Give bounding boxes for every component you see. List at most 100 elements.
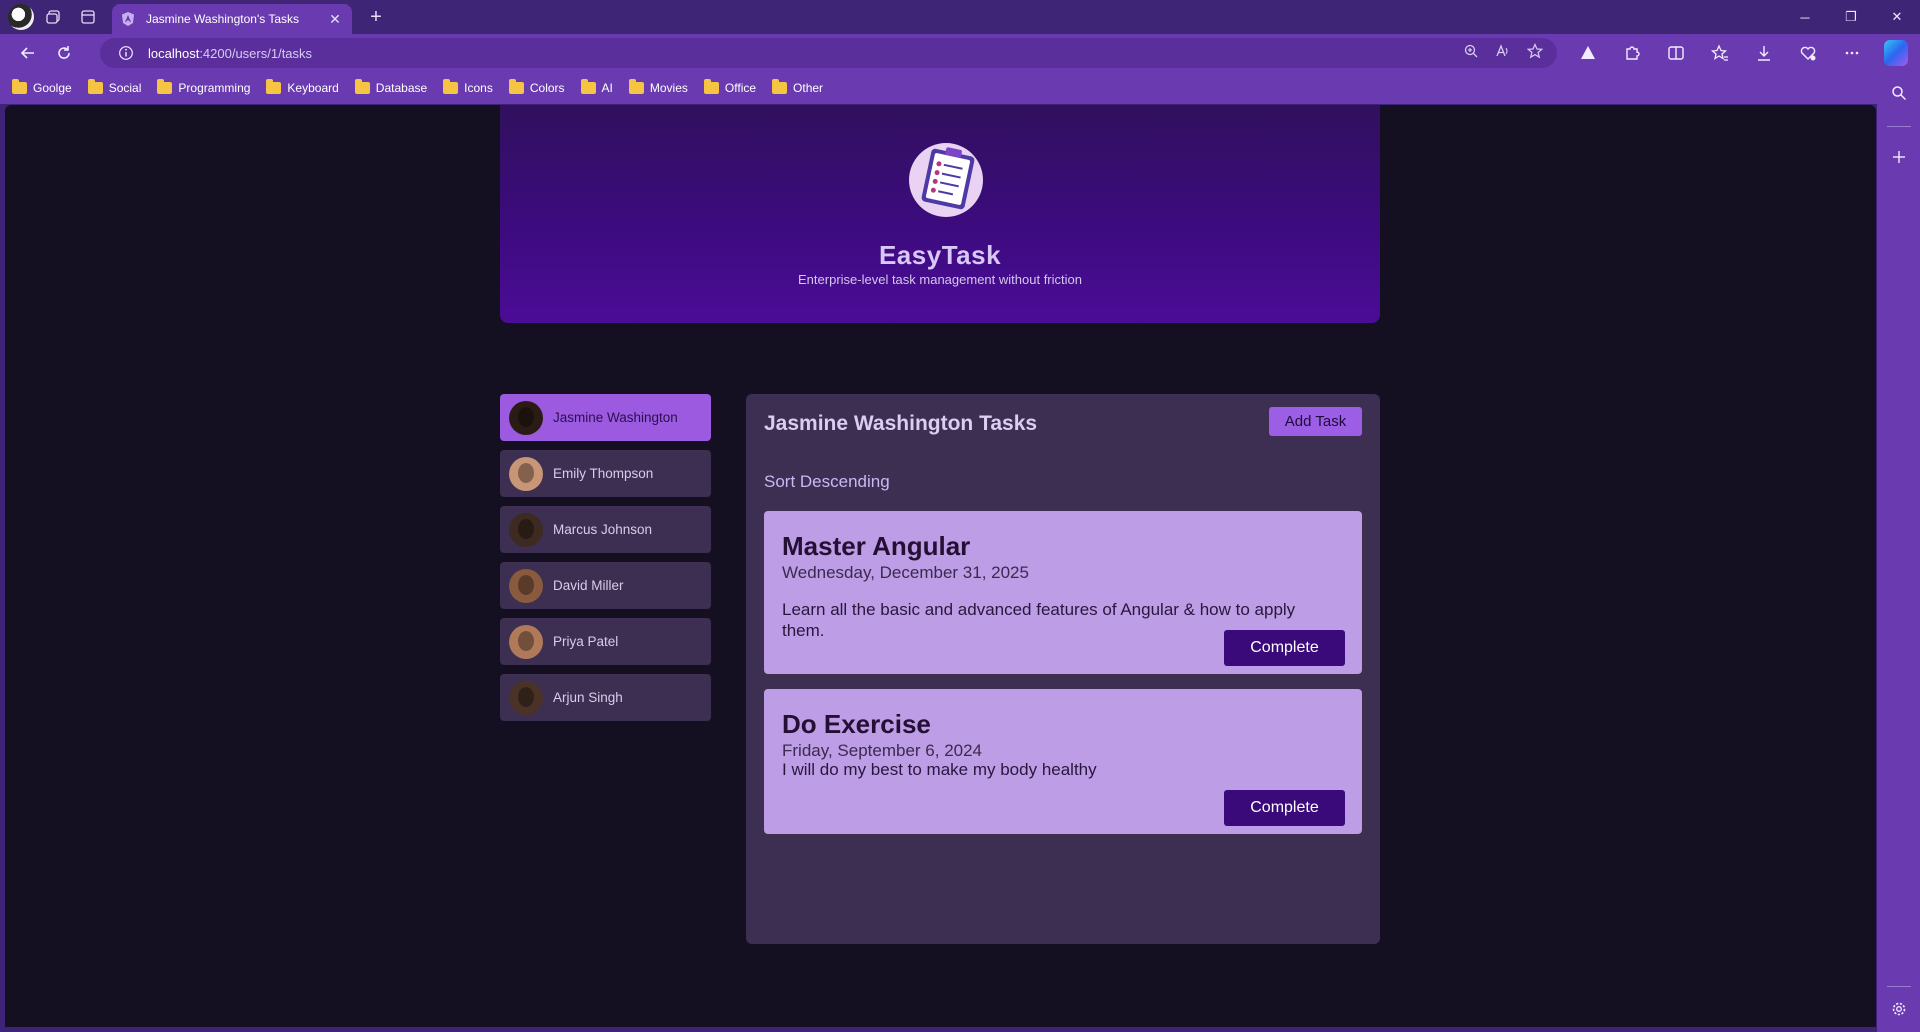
user-item-marcus-johnson[interactable]: Marcus Johnson	[500, 506, 711, 553]
tab-title: Jasmine Washington's Tasks	[146, 12, 300, 26]
bookmark-folder[interactable]: Office	[703, 79, 757, 95]
folder-icon	[580, 79, 596, 94]
extensions-icon[interactable]	[1620, 41, 1644, 65]
bookmark-label: Other	[793, 81, 824, 95]
address-toolbar: localhost:4200/users/1/tasks	[0, 34, 1920, 72]
add-task-button[interactable]: Add Task	[1269, 407, 1362, 436]
back-icon[interactable]	[10, 37, 46, 69]
app-title: EasyTask	[878, 240, 1002, 270]
more-menu-icon[interactable]	[1840, 41, 1864, 65]
avatar	[509, 568, 543, 603]
bookmark-label: Programming	[178, 81, 251, 95]
bookmarks-bar: Goolge Social Programming Keyboard Datab…	[0, 72, 1920, 104]
task-date: Wednesday, December 31, 2025	[782, 563, 1029, 582]
favorite-star-icon[interactable]	[1526, 42, 1544, 64]
split-screen-icon[interactable]	[1664, 41, 1688, 65]
bookmark-folder[interactable]: Social	[87, 79, 142, 95]
bookmark-folder[interactable]: AI	[580, 79, 613, 95]
user-item-emily-thompson[interactable]: Emily Thompson	[500, 450, 711, 497]
bookmark-label: Colors	[529, 81, 565, 95]
folder-icon	[703, 79, 719, 94]
extension-triangle-icon[interactable]	[1576, 41, 1600, 65]
page-viewport: EasyTask Enterprise-level task managemen…	[5, 105, 1876, 1027]
sidebar-divider	[1887, 986, 1911, 987]
task-card: Do Exercise Friday, September 6, 2024 I …	[764, 689, 1362, 834]
browser-tools	[1576, 34, 1908, 72]
bookmark-folder[interactable]: Icons	[443, 79, 493, 95]
refresh-icon[interactable]	[46, 37, 82, 69]
user-name: Jasmine Washington	[553, 410, 678, 425]
avatar	[509, 624, 543, 659]
user-item-arjun-singh[interactable]: Arjun Singh	[500, 674, 711, 721]
sidebar-settings-icon[interactable]	[1888, 998, 1910, 1020]
zoom-icon[interactable]	[1463, 43, 1479, 64]
url-bar[interactable]: localhost:4200/users/1/tasks	[100, 38, 1557, 68]
bookmark-folder[interactable]: Database	[354, 79, 428, 95]
bookmark-label: Database	[375, 81, 428, 95]
app-header: EasyTask Enterprise-level task managemen…	[500, 105, 1380, 323]
url-path: :4200/users/1/tasks	[199, 45, 313, 61]
user-item-priya-patel[interactable]: Priya Patel	[500, 618, 711, 665]
folder-icon	[508, 79, 524, 94]
bookmark-folder[interactable]: Colors	[508, 79, 565, 95]
browser-essentials-icon[interactable]	[1796, 41, 1820, 65]
sidebar-add-icon[interactable]	[1888, 146, 1910, 168]
tab-actions-icon[interactable]	[74, 3, 102, 31]
minimize-icon[interactable]: ─	[1782, 0, 1828, 34]
folder-icon	[12, 79, 27, 94]
user-name: Arjun Singh	[553, 690, 623, 705]
downloads-icon[interactable]	[1752, 41, 1776, 65]
complete-button[interactable]: Complete	[1224, 790, 1345, 826]
edge-sidebar	[1877, 72, 1920, 1032]
sidebar-divider	[1887, 126, 1911, 127]
user-item-jasmine-washington[interactable]: Jasmine Washington	[500, 394, 711, 441]
tab-strip: Jasmine Washington's Tasks ✕ + ─ ❐ ✕	[0, 0, 1920, 34]
restore-icon[interactable]: ❐	[1828, 0, 1874, 34]
bookmark-folder[interactable]: Other	[772, 79, 824, 95]
user-item-david-miller[interactable]: David Miller	[500, 562, 711, 609]
task-date: Friday, September 6, 2024	[782, 741, 983, 760]
close-tab-icon[interactable]: ✕	[326, 11, 344, 28]
site-info-icon[interactable]	[116, 43, 136, 63]
copilot-icon[interactable]	[1884, 40, 1908, 66]
tasks-panel: Jasmine Washington Tasks Add Task Sort D…	[746, 394, 1380, 944]
task-card: Master Angular Wednesday, December 31, 2…	[764, 511, 1362, 674]
folder-icon	[354, 79, 370, 94]
folder-icon	[87, 79, 103, 94]
sidebar-search-icon[interactable]	[1888, 82, 1910, 104]
active-tab[interactable]: Jasmine Washington's Tasks ✕	[112, 4, 352, 34]
user-name: Marcus Johnson	[553, 522, 653, 537]
workspaces-icon[interactable]	[40, 3, 68, 31]
users-list: Jasmine Washington Emily Thompson Marcus…	[500, 394, 711, 730]
url-host: localhost	[148, 45, 200, 61]
folder-icon	[628, 79, 644, 94]
avatar	[509, 400, 543, 435]
avatar	[509, 512, 543, 547]
complete-button[interactable]: Complete	[1224, 630, 1345, 666]
bookmark-folder[interactable]: Movies	[628, 79, 688, 95]
angular-favicon-icon	[120, 11, 136, 27]
user-name: David Miller	[553, 578, 624, 593]
avatar	[509, 456, 543, 491]
sort-descending-link[interactable]: Sort Descending	[764, 472, 890, 492]
read-aloud-icon[interactable]	[1495, 43, 1511, 64]
new-tab-icon[interactable]: +	[364, 6, 388, 29]
task-title: Do Exercise	[782, 709, 931, 739]
bookmark-label: Movies	[649, 81, 688, 95]
folder-icon	[157, 79, 173, 94]
bookmark-label: Office	[724, 81, 757, 95]
close-window-icon[interactable]: ✕	[1874, 0, 1920, 34]
bookmark-label: Icons	[464, 81, 493, 95]
bookmark-folder[interactable]: Programming	[157, 79, 251, 95]
bookmark-folder[interactable]: Keyboard	[266, 79, 339, 95]
url-text: localhost:4200/users/1/tasks	[148, 46, 312, 61]
tasks-title: Jasmine Washington Tasks	[764, 412, 1038, 435]
bookmark-label: Goolge	[33, 81, 72, 95]
profile-avatar[interactable]	[8, 4, 34, 30]
task-summary: I will do my best to make my body health…	[782, 760, 1097, 779]
bookmark-label: AI	[601, 81, 613, 95]
folder-icon	[772, 79, 788, 94]
favorites-icon[interactable]	[1708, 41, 1732, 65]
bookmark-label: Social	[108, 81, 142, 95]
bookmark-folder[interactable]: Goolge	[12, 79, 72, 95]
